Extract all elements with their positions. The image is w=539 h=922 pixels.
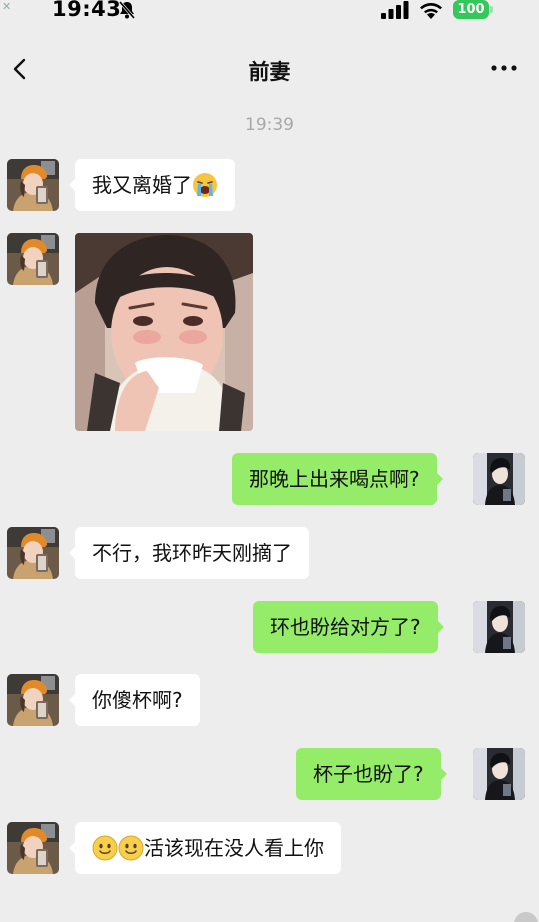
smiling-face-emoji <box>118 835 144 861</box>
message-text: 你傻杯啊? <box>92 688 183 712</box>
message-bubble-outgoing[interactable]: 那晚上出来喝点啊? <box>232 453 443 505</box>
my-avatar[interactable] <box>473 453 525 505</box>
message-text: 我又离婚了 <box>92 173 192 197</box>
contact-avatar[interactable] <box>7 233 59 285</box>
message-bubble-incoming[interactable]: 你傻杯啊? <box>69 674 200 726</box>
message-text: 活该现在没人看上你 <box>144 836 324 860</box>
smiling-face-emoji <box>92 835 118 861</box>
contact-avatar[interactable] <box>7 527 59 579</box>
message-bubble-outgoing[interactable]: 环也盼给对方了? <box>253 601 444 653</box>
close-icon: ✕ <box>2 0 12 13</box>
chat-screen: ✕ 19:43 100 前妻 19:39 我又离婚了 那晚上出来喝点啊? 不行，… <box>0 0 539 922</box>
status-time: 19:43 <box>52 0 122 21</box>
wifi-icon <box>420 3 442 19</box>
contact-avatar[interactable] <box>7 822 59 874</box>
nav-bar: 前妻 <box>0 44 539 96</box>
contact-avatar[interactable] <box>7 674 59 726</box>
battery-tip <box>490 6 493 13</box>
battery-icon: 100 <box>453 0 489 19</box>
message-text: 不行，我环昨天刚摘了 <box>92 541 292 565</box>
loudly-crying-face-emoji <box>192 172 218 198</box>
message-bubble-incoming[interactable]: 我又离婚了 <box>69 159 235 211</box>
bell-slash-icon <box>118 1 136 19</box>
chat-timestamp: 19:39 <box>245 115 294 135</box>
message-text: 杯子也盼了? <box>313 762 424 786</box>
message-text: 环也盼给对方了? <box>270 615 421 639</box>
message-photo[interactable] <box>75 233 253 431</box>
message-text: 那晚上出来喝点啊? <box>249 467 420 491</box>
floating-button[interactable] <box>514 912 538 922</box>
signal-icon <box>381 1 409 19</box>
my-avatar[interactable] <box>473 748 525 800</box>
my-avatar[interactable] <box>473 601 525 653</box>
more-dots-icon[interactable] <box>490 62 518 74</box>
status-bar: ✕ 19:43 100 <box>0 0 539 26</box>
message-bubble-incoming[interactable]: 活该现在没人看上你 <box>69 822 341 874</box>
message-bubble-outgoing[interactable]: 杯子也盼了? <box>296 748 447 800</box>
chat-title: 前妻 <box>248 60 291 84</box>
contact-avatar[interactable] <box>7 159 59 211</box>
message-bubble-incoming[interactable]: 不行，我环昨天刚摘了 <box>69 527 309 579</box>
